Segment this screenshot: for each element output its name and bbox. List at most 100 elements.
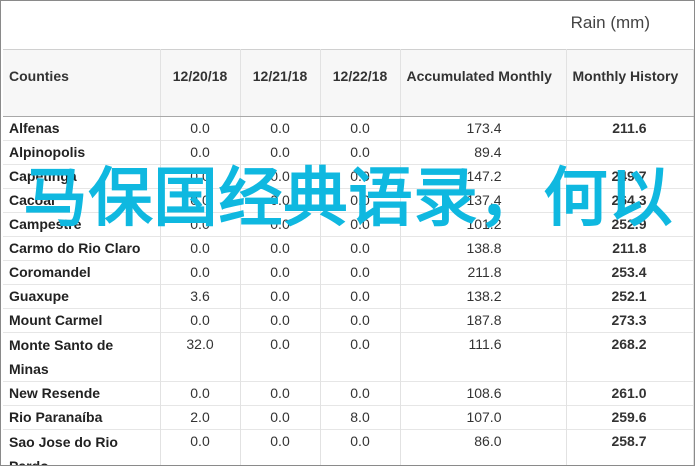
accumulated-cell: 138.8 — [400, 236, 567, 261]
history-cell: 253.4 — [566, 260, 694, 285]
header-date-2[interactable]: 12/21/18 — [240, 49, 321, 117]
rain-table: Counties 12/20/18 12/21/18 12/22/18 Accu… — [3, 49, 694, 465]
accumulated-cell: 147.2 — [400, 164, 567, 189]
date-1-cell: 0.0 — [160, 236, 241, 261]
date-2-cell: 0.0 — [240, 236, 321, 261]
header-counties[interactable]: Counties — [3, 49, 161, 117]
date-3-cell: 0.0 — [320, 236, 401, 261]
date-3-cell: 0.0 — [320, 284, 401, 309]
date-3-cell: 0.0 — [320, 381, 401, 406]
date-2-cell: 0.0 — [240, 212, 321, 237]
table-row: Capetinga 0.0 0.0 0.0 147.2 249.7 — [3, 164, 694, 189]
table-row: Cacoal 0.0 0.0 0.0 137.4 264.3 — [3, 188, 694, 213]
county-cell: Capetinga — [3, 164, 161, 189]
date-3-cell: 0.0 — [320, 188, 401, 213]
accumulated-cell: 89.4 — [400, 140, 567, 165]
county-cell: Rio Paranaíba — [3, 405, 161, 430]
date-1-cell: 0.0 — [160, 308, 241, 333]
history-cell: 259.6 — [566, 405, 694, 430]
table-caption: Rain (mm) — [570, 13, 650, 32]
date-2-cell: 0.0 — [240, 116, 321, 141]
county-cell: Cacoal — [3, 188, 161, 213]
accumulated-cell: 107.0 — [400, 405, 567, 430]
accumulated-cell: 101.2 — [400, 212, 567, 237]
table-row: Monte Santo de Minas 32.0 0.0 0.0 111.6 268.2 — [3, 332, 694, 382]
history-cell: 261.0 — [566, 381, 694, 406]
table-row: Guaxupe 3.6 0.0 0.0 138.2 252.1 — [3, 284, 694, 309]
county-cell: Campestre — [3, 212, 161, 237]
table-row: Mount Carmel 0.0 0.0 0.0 187.8 273.3 — [3, 308, 694, 333]
header-date-1[interactable]: 12/20/18 — [160, 49, 241, 117]
county-cell: Alfenas — [3, 116, 161, 141]
date-3-cell: 0.0 — [320, 140, 401, 165]
county-cell: Alpinopolis — [3, 140, 161, 165]
history-cell: 252.9 — [566, 212, 694, 237]
date-2-cell: 0.0 — [240, 188, 321, 213]
table-row: Coromandel 0.0 0.0 0.0 211.8 253.4 — [3, 260, 694, 285]
date-3-cell: 0.0 — [320, 116, 401, 141]
accumulated-cell: 187.8 — [400, 308, 567, 333]
accumulated-cell: 86.0 — [400, 429, 567, 465]
history-cell: 264.3 — [566, 188, 694, 213]
date-2-cell: 0.0 — [240, 405, 321, 430]
table-row: Rio Paranaíba 2.0 0.0 8.0 107.0 259.6 — [3, 405, 694, 430]
date-2-cell: 0.0 — [240, 140, 321, 165]
date-1-cell: 0.0 — [160, 429, 241, 465]
date-2-cell: 0.0 — [240, 308, 321, 333]
county-cell: Guaxupe — [3, 284, 161, 309]
county-cell: Mount Carmel — [3, 308, 161, 333]
date-1-cell: 0.0 — [160, 116, 241, 141]
accumulated-cell: 173.4 — [400, 116, 567, 141]
date-2-cell: 0.0 — [240, 381, 321, 406]
date-1-cell: 0.0 — [160, 212, 241, 237]
date-1-cell: 0.0 — [160, 381, 241, 406]
header-accumulated-monthly[interactable]: Accumulated Monthly — [400, 49, 567, 117]
date-1-cell: 0.0 — [160, 188, 241, 213]
table-row: New Resende 0.0 0.0 0.0 108.6 261.0 — [3, 381, 694, 406]
header-monthly-history[interactable]: Monthly History — [566, 49, 694, 117]
table-row: Alpinopolis 0.0 0.0 0.0 89.4 — [3, 140, 694, 165]
date-2-cell: 0.0 — [240, 284, 321, 309]
date-3-cell: 0.0 — [320, 212, 401, 237]
table-row: Campestre 0.0 0.0 0.0 101.2 252.9 — [3, 212, 694, 237]
table-row: Alfenas 0.0 0.0 0.0 173.4 211.6 — [3, 116, 694, 141]
history-cell: 268.2 — [566, 332, 694, 382]
date-3-cell: 0.0 — [320, 308, 401, 333]
date-2-cell: 0.0 — [240, 332, 321, 382]
accumulated-cell: 211.8 — [400, 260, 567, 285]
rain-table-panel: Rain (mm) Counties 12/20/18 12/21/18 12/… — [0, 0, 695, 466]
date-3-cell: 0.0 — [320, 260, 401, 285]
county-cell: New Resende — [3, 381, 161, 406]
accumulated-cell: 111.6 — [400, 332, 567, 382]
date-3-cell: 0.0 — [320, 332, 401, 382]
county-cell: Monte Santo de Minas — [3, 332, 161, 382]
date-3-cell: 0.0 — [320, 429, 401, 465]
accumulated-cell: 138.2 — [400, 284, 567, 309]
date-2-cell: 0.0 — [240, 260, 321, 285]
date-3-cell: 0.0 — [320, 164, 401, 189]
date-1-cell: 2.0 — [160, 405, 241, 430]
date-3-cell: 8.0 — [320, 405, 401, 430]
history-cell: 273.3 — [566, 308, 694, 333]
history-cell — [566, 140, 694, 165]
history-cell: 252.1 — [566, 284, 694, 309]
accumulated-cell: 108.6 — [400, 381, 567, 406]
date-1-cell: 0.0 — [160, 164, 241, 189]
table-header-row: Counties 12/20/18 12/21/18 12/22/18 Accu… — [3, 49, 694, 117]
history-cell: 211.8 — [566, 236, 694, 261]
table-row: Sao Jose do Rio Pardo 0.0 0.0 0.0 86.0 258.7 — [3, 429, 694, 465]
county-cell: Sao Jose do Rio Pardo — [3, 429, 161, 465]
accumulated-cell: 137.4 — [400, 188, 567, 213]
date-1-cell: 0.0 — [160, 260, 241, 285]
history-cell: 258.7 — [566, 429, 694, 465]
county-cell: Carmo do Rio Claro — [3, 236, 161, 261]
date-1-cell: 32.0 — [160, 332, 241, 382]
table-row: Carmo do Rio Claro 0.0 0.0 0.0 138.8 211.8 — [3, 236, 694, 261]
header-date-3[interactable]: 12/22/18 — [320, 49, 401, 117]
date-1-cell: 0.0 — [160, 140, 241, 165]
county-cell: Coromandel — [3, 260, 161, 285]
date-2-cell: 0.0 — [240, 429, 321, 465]
history-cell: 211.6 — [566, 116, 694, 141]
date-2-cell: 0.0 — [240, 164, 321, 189]
date-1-cell: 3.6 — [160, 284, 241, 309]
